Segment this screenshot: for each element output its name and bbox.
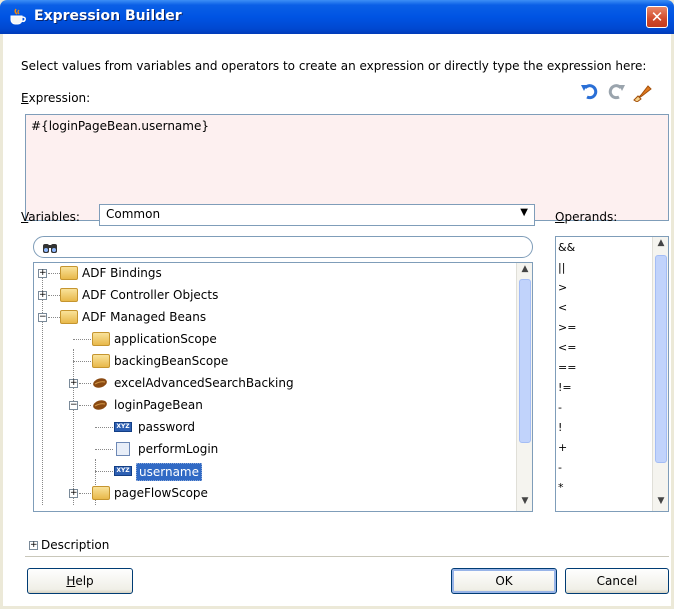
instruction-text: Select values from variables and operato…	[21, 59, 647, 73]
title-bar[interactable]: Expression Builder ✕	[0, 0, 674, 34]
scroll-down-icon[interactable]: ▼	[654, 496, 668, 510]
folder-icon	[60, 288, 78, 302]
collapse-icon[interactable]: −	[69, 401, 78, 410]
variables-dropdown-value: Common	[106, 207, 161, 221]
chevron-down-icon: ▼	[520, 207, 528, 218]
tree-item-label: pageFlowScope	[114, 486, 208, 500]
folder-icon	[92, 486, 110, 500]
expression-label-mnemonic: E	[21, 91, 29, 105]
help-mnemonic: H	[66, 574, 76, 588]
binoculars-icon	[43, 244, 57, 253]
divider	[25, 556, 669, 557]
operands-label: Operands:	[555, 210, 617, 224]
tree-item-label: performLogin	[138, 442, 219, 456]
redo-icon[interactable]	[605, 80, 627, 102]
undo-icon[interactable]	[579, 80, 601, 102]
tree-connector	[73, 349, 74, 505]
property-icon: XYZ	[114, 422, 132, 432]
bean-icon	[93, 378, 107, 388]
ok-button[interactable]: OK	[451, 568, 557, 594]
operand-item[interactable]: !	[558, 419, 562, 437]
expand-icon[interactable]: +	[29, 541, 38, 550]
tree-connector	[42, 273, 43, 505]
dialog-title: Expression Builder	[34, 8, 182, 24]
collapse-icon[interactable]: −	[38, 313, 47, 322]
operands-label-text: perands:	[564, 210, 618, 224]
expand-icon[interactable]: +	[69, 489, 78, 498]
description-label: Description	[41, 538, 110, 552]
tree-item-label-selected: username	[136, 463, 202, 481]
tree-item-label: ADF Bindings	[82, 266, 162, 280]
clear-icon[interactable]	[631, 80, 653, 102]
tree-item-label: applicationScope	[114, 332, 217, 346]
variables-label: Variables:	[21, 210, 80, 224]
tree-item-label: password	[138, 420, 195, 434]
tree-connector	[95, 471, 113, 472]
scroll-up-icon[interactable]: ▲	[518, 264, 532, 278]
variables-label-text: ariables:	[28, 210, 80, 224]
scroll-up-icon[interactable]: ▲	[654, 238, 668, 252]
operand-item[interactable]: +	[558, 439, 567, 457]
operand-item[interactable]: >	[558, 279, 567, 297]
tree-connector	[48, 295, 60, 296]
expression-label: Expression:	[21, 91, 90, 105]
expression-builder-dialog: Expression Builder ✕ Select values from …	[0, 0, 674, 609]
tree-connector	[48, 317, 60, 318]
tree-connector	[48, 273, 60, 274]
folder-icon	[92, 332, 110, 346]
property-icon: XYZ	[114, 466, 132, 476]
expand-icon[interactable]: +	[69, 379, 78, 388]
tree-scrollbar[interactable]: ▲ ▼	[516, 263, 532, 511]
tree-connector	[73, 339, 91, 340]
folder-icon	[60, 310, 78, 324]
tree-item-label: ADF Managed Beans	[82, 310, 207, 324]
operand-item[interactable]: &&	[558, 239, 575, 257]
operand-item[interactable]: <=	[558, 339, 576, 357]
scroll-down-icon[interactable]: ▼	[518, 496, 532, 510]
operand-item[interactable]: >=	[558, 319, 576, 337]
cancel-button[interactable]: Cancel	[565, 568, 669, 594]
close-button[interactable]: ✕	[646, 6, 668, 28]
tree-item-label: ADF Controller Objects	[82, 288, 219, 302]
method-icon	[116, 442, 130, 456]
scrollbar-thumb[interactable]	[519, 279, 531, 443]
tree-connector	[79, 405, 91, 406]
java-cup-icon	[10, 8, 26, 25]
operand-item[interactable]: ==	[558, 359, 576, 377]
tree-connector	[79, 493, 91, 494]
expression-toolbar	[579, 80, 669, 102]
tree-connector	[95, 449, 113, 450]
expand-icon[interactable]: +	[38, 291, 47, 300]
help-label: elp	[75, 574, 94, 588]
tree-connector	[79, 383, 91, 384]
tree-item-label: excelAdvancedSearchBacking	[114, 376, 294, 390]
help-button[interactable]: Help	[27, 568, 133, 594]
bean-icon	[93, 400, 107, 410]
folder-icon	[60, 266, 78, 280]
variables-search-input[interactable]	[33, 236, 533, 258]
operands-list[interactable]: && || > < >= <= == != - ! + - * ▲ ▼	[555, 236, 669, 512]
description-toggle[interactable]: + Description	[29, 538, 109, 552]
tree-item-label: backingBeanScope	[114, 354, 229, 368]
tree-connector	[95, 427, 113, 428]
folder-icon	[92, 354, 110, 368]
operand-item[interactable]: -	[558, 459, 562, 477]
variables-dropdown[interactable]: Common ▼	[99, 204, 535, 226]
operand-item[interactable]: !=	[558, 379, 572, 397]
tree-connector	[73, 361, 91, 362]
scrollbar-thumb[interactable]	[655, 255, 667, 463]
expression-label-text: xpression:	[28, 91, 91, 105]
operands-scrollbar[interactable]: ▲ ▼	[652, 237, 668, 511]
dialog-content: Select values from variables and operato…	[3, 34, 671, 606]
expand-icon[interactable]: +	[38, 269, 47, 278]
operand-item[interactable]: ||	[558, 259, 565, 277]
operand-item[interactable]: -	[558, 399, 562, 417]
variables-tree[interactable]: + ADF Bindings + ADF Controller Objects …	[33, 262, 533, 512]
operand-item[interactable]: <	[558, 299, 567, 317]
operand-item[interactable]: *	[558, 479, 564, 497]
tree-item-label: loginPageBean	[114, 398, 203, 412]
